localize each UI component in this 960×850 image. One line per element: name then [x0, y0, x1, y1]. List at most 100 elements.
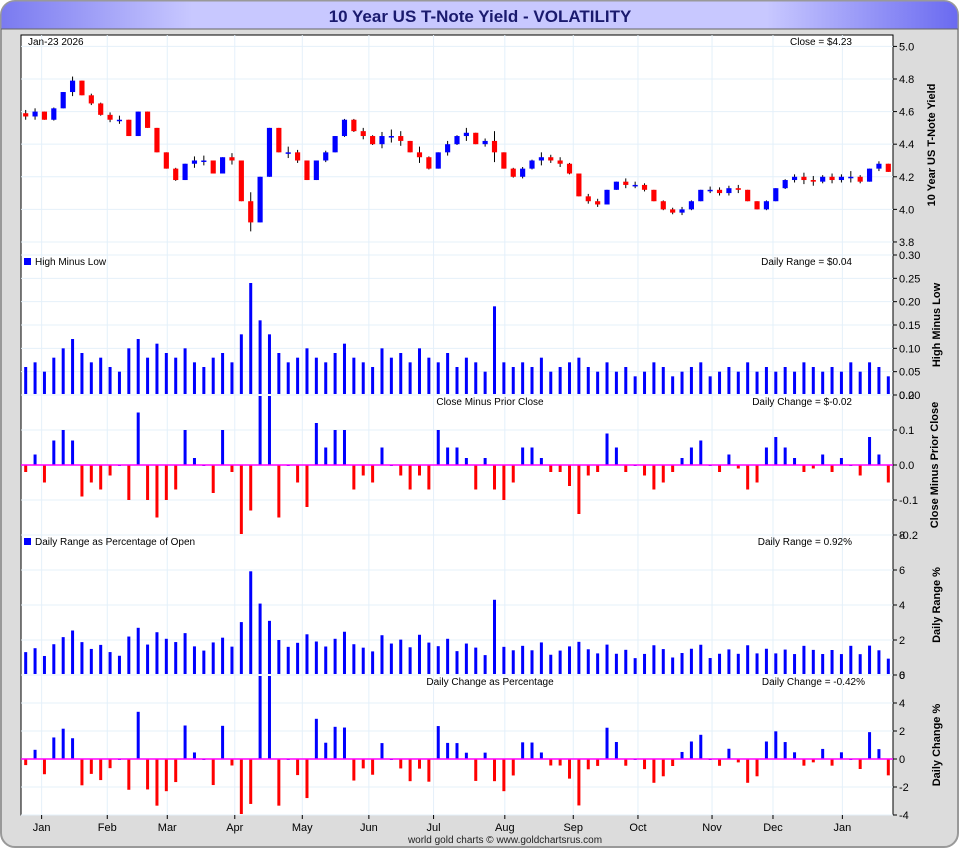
bar-change [830, 465, 834, 472]
bar-change [877, 454, 881, 465]
bar-range [821, 371, 825, 394]
bar-change [643, 465, 647, 476]
bar-range_pct [708, 658, 712, 674]
bar-range [493, 306, 497, 394]
bar-range_pct [192, 646, 196, 674]
bar-change_pct [793, 752, 797, 759]
bar-range_pct [333, 638, 337, 674]
candle-body [238, 160, 244, 202]
bar-range [52, 357, 56, 394]
bar-range_pct [811, 649, 815, 674]
bar-change_pct [868, 732, 872, 759]
bar-change [80, 465, 84, 497]
bar-change_pct [755, 759, 759, 777]
bar-range [502, 362, 506, 394]
bar-range [671, 376, 675, 394]
bar-change [530, 447, 534, 465]
bar-range_pct [511, 650, 515, 674]
candle-body [735, 188, 741, 190]
bar-range [108, 367, 112, 394]
bar-change [71, 440, 75, 465]
candle-body [191, 160, 198, 164]
bar-change [605, 433, 609, 465]
legend-swatch [24, 258, 31, 265]
bar-range_pct [624, 649, 628, 674]
bar-range_pct [314, 641, 318, 674]
bar-change [577, 465, 581, 514]
bar-change_pct [858, 759, 862, 769]
candle-body [220, 157, 226, 174]
y-tick-label: 4.4 [899, 139, 914, 151]
bar-range [61, 348, 65, 394]
bar-change_pct [436, 726, 440, 759]
bar-change_pct [371, 759, 375, 775]
bar-range_pct [33, 648, 37, 674]
bar-range_pct [596, 653, 600, 674]
bar-range_pct [802, 645, 806, 674]
candle-body [651, 189, 657, 202]
bar-change [239, 465, 243, 534]
bar-change_pct [305, 759, 309, 799]
candle-body [641, 184, 648, 190]
bar-change [314, 423, 318, 465]
bar-change_pct [689, 741, 693, 759]
candle-body [248, 201, 254, 223]
bar-change_pct [474, 759, 478, 781]
bar-range [183, 348, 187, 394]
bar-range [699, 362, 703, 394]
y-tick-label: 3.8 [899, 237, 914, 249]
bar-change [61, 430, 65, 465]
candle-body [623, 181, 629, 185]
bar-change [699, 440, 703, 465]
footer-credit: world gold charts © www.goldchartsrus.co… [407, 835, 602, 846]
bar-range_pct [483, 655, 487, 674]
candle-body [660, 201, 666, 210]
bar-range [868, 362, 872, 394]
bar-range [877, 367, 881, 394]
bar-range_pct [286, 646, 290, 674]
bar-change_pct [267, 676, 271, 759]
bar-change_pct [877, 749, 881, 759]
bar-change [596, 465, 600, 472]
bar-change [886, 465, 890, 483]
bar-range_pct [183, 633, 187, 674]
candle-body [538, 157, 544, 161]
bar-range [793, 371, 797, 394]
candle-body [670, 209, 676, 213]
bar-range [155, 343, 159, 394]
bar-range_pct [380, 635, 384, 674]
bar-change_pct [764, 741, 768, 759]
bar-change_pct [821, 748, 825, 759]
bar-change_pct [333, 726, 337, 759]
x-tick-label: Jan [833, 822, 851, 834]
y-tick-label: 4.2 [899, 172, 914, 184]
bar-change [521, 447, 525, 465]
bar-change_pct [652, 759, 656, 783]
bar-range_pct [42, 655, 46, 674]
y-tick-label: -4 [899, 810, 909, 822]
bar-range_pct [539, 642, 543, 674]
bar-range_pct [24, 652, 28, 674]
bar-range_pct [371, 651, 375, 674]
bar-change_pct [577, 759, 581, 806]
bar-change_pct [886, 759, 890, 776]
bar-change [802, 465, 806, 472]
bar-range [296, 357, 300, 394]
y-tick-label: 0.05 [899, 367, 920, 379]
bar-range [277, 353, 281, 394]
bar-range [764, 367, 768, 394]
bar-change_pct [164, 759, 168, 792]
bar-range_pct [455, 651, 459, 674]
readout-label: Daily Range = 0.92% [758, 537, 852, 548]
bar-change_pct [352, 759, 356, 781]
bar-change_pct [539, 752, 543, 759]
candle-body [482, 140, 488, 145]
bar-range [42, 371, 46, 394]
bar-change_pct [614, 742, 618, 759]
bar-change_pct [296, 759, 300, 776]
bar-range [811, 367, 815, 394]
candle-body [820, 176, 826, 182]
bar-change_pct [33, 749, 37, 759]
bar-range [249, 283, 253, 394]
bar-range_pct [202, 650, 206, 674]
